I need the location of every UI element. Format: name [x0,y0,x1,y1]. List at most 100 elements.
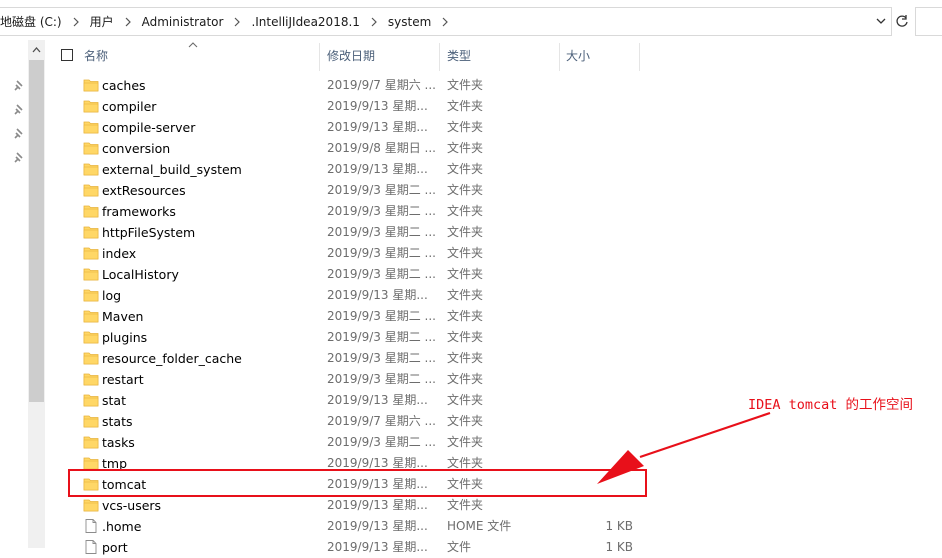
file-type: 文件夹 [447,162,484,176]
file-row[interactable]: conversion 2019/9/8 星期日 ... 文件夹 [45,138,942,159]
file-row[interactable]: tmp 2019/9/13 星期... 文件夹 [45,453,942,474]
folder-icon [83,498,99,512]
folder-icon [83,372,99,386]
file-type: 文件夹 [447,351,484,365]
pin-icon[interactable] [12,151,26,165]
file-date: 2019/9/7 星期六 ... [327,78,436,92]
file-row[interactable]: restart 2019/9/3 星期二 ... 文件夹 [45,369,942,390]
file-row[interactable]: .home 2019/9/13 星期... HOME 文件 1 KB [45,516,942,537]
pin-icon[interactable] [12,79,26,93]
file-row[interactable]: compile-server 2019/9/13 星期... 文件夹 [45,117,942,138]
folder-icon [83,162,99,176]
breadcrumb-system[interactable]: system [385,15,434,29]
file-type: 文件夹 [447,288,484,302]
chevron-right-icon[interactable] [124,17,132,27]
file-date: 2019/9/7 星期六 ... [327,414,436,428]
select-all-checkbox[interactable] [61,49,73,61]
file-date: 2019/9/13 星期... [327,498,428,512]
annotation-label: IDEA tomcat 的工作空间 [748,397,914,413]
file-row[interactable]: index 2019/9/3 星期二 ... 文件夹 [45,243,942,264]
file-type: 文件夹 [447,456,484,470]
file-row[interactable]: vcs-users 2019/9/13 星期... 文件夹 [45,495,942,516]
sort-ascending-icon [188,38,198,48]
chevron-down-icon[interactable] [875,15,887,27]
file-type: 文件夹 [447,393,484,407]
file-type: 文件夹 [447,78,484,92]
file-row[interactable]: external_build_system 2019/9/13 星期... 文件夹 [45,159,942,180]
pin-icon[interactable] [12,127,26,141]
chevron-right-icon[interactable] [441,17,449,27]
file-type: 文件夹 [447,414,484,428]
search-input[interactable] [915,7,942,36]
folder-icon [83,267,99,281]
column-size[interactable]: 大小 [566,40,590,72]
column-divider[interactable] [559,43,560,71]
file-type: 文件夹 [447,120,484,134]
file-row[interactable]: frameworks 2019/9/3 星期二 ... 文件夹 [45,201,942,222]
file-name: tmp [102,456,128,471]
column-divider[interactable] [639,43,640,71]
column-name[interactable]: 名称 [84,40,108,72]
address-bar[interactable]: 地磁盘 (C:) 用户 Administrator .IntelliJIdea2… [0,7,892,36]
file-row[interactable]: compiler 2019/9/13 星期... 文件夹 [45,96,942,117]
file-type: 文件夹 [447,498,484,512]
refresh-icon[interactable] [893,8,911,34]
folder-icon [83,456,99,470]
folder-icon [83,477,99,491]
column-type[interactable]: 类型 [447,40,471,72]
file-date: 2019/9/13 星期... [327,120,428,134]
file-name: log [102,288,122,303]
file-name: stat [102,393,126,408]
column-divider[interactable] [319,43,320,71]
file-name: tasks [102,435,135,450]
file-row[interactable]: plugins 2019/9/3 星期二 ... 文件夹 [45,327,942,348]
pin-icon[interactable] [12,103,26,117]
file-row[interactable]: stats 2019/9/7 星期六 ... 文件夹 [45,411,942,432]
file-type: 文件夹 [447,330,484,344]
breadcrumb-administrator[interactable]: Administrator [139,15,227,29]
breadcrumb-users[interactable]: 用户 [87,13,117,30]
file-row[interactable]: resource_folder_cache 2019/9/3 星期二 ... 文件夹 [45,348,942,369]
folder-icon [83,351,99,365]
chevron-right-icon[interactable] [233,17,241,27]
folder-icon [83,141,99,155]
column-date[interactable]: 修改日期 [327,40,375,72]
file-row[interactable]: LocalHistory 2019/9/3 星期二 ... 文件夹 [45,264,942,285]
file-row[interactable]: extResources 2019/9/3 星期二 ... 文件夹 [45,180,942,201]
file-row[interactable]: Maven 2019/9/3 星期二 ... 文件夹 [45,306,942,327]
folder-icon [83,225,99,239]
file-date: 2019/9/3 星期二 ... [327,225,436,239]
file-type: 文件夹 [447,435,484,449]
file-row[interactable]: caches 2019/9/7 星期六 ... 文件夹 [45,75,942,96]
file-name: .home [102,519,142,534]
file-name: vcs-users [102,498,162,513]
file-row[interactable]: tasks 2019/9/3 星期二 ... 文件夹 [45,432,942,453]
chevron-right-icon[interactable] [370,17,378,27]
file-type: 文件夹 [447,477,484,491]
file-row[interactable]: httpFileSystem 2019/9/3 星期二 ... 文件夹 [45,222,942,243]
file-name: compile-server [102,120,196,135]
breadcrumb-drive[interactable]: 地磁盘 (C:) [0,13,65,30]
file-type: 文件夹 [447,372,484,386]
folder-icon [83,414,99,428]
file-type: 文件夹 [447,204,484,218]
chevron-right-icon[interactable] [72,17,80,27]
file-date: 2019/9/3 星期二 ... [327,309,436,323]
navigation-pane [0,40,28,548]
file-date: 2019/9/13 星期... [327,162,428,176]
file-type: HOME 文件 [447,519,512,533]
scroll-up-icon[interactable] [28,40,45,60]
file-date: 2019/9/13 星期... [327,456,428,470]
scrollbar-thumb[interactable] [29,60,44,402]
file-row[interactable]: log 2019/9/13 星期... 文件夹 [45,285,942,306]
folder-icon [83,435,99,449]
file-name: tomcat [102,477,147,492]
file-name: external_build_system [102,162,242,177]
breadcrumb-intellij[interactable]: .IntelliJIdea2018.1 [248,15,362,29]
file-name: stats [102,414,133,429]
file-row[interactable]: tomcat 2019/9/13 星期... 文件夹 [45,474,942,495]
column-divider[interactable] [439,43,440,71]
nav-scrollbar[interactable] [28,40,45,548]
file-date: 2019/9/3 星期二 ... [327,435,436,449]
file-icon [83,519,99,533]
